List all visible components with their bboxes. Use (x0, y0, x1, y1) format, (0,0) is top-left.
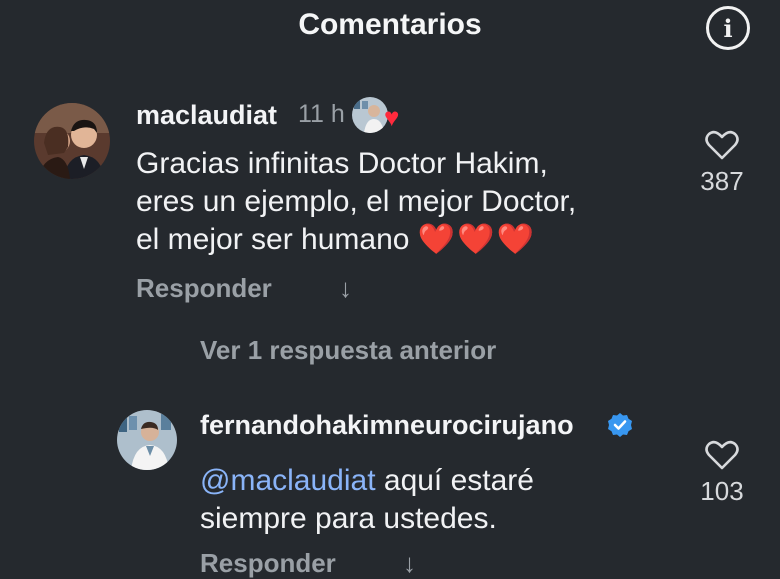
reply-text-line: @maclaudiat aquí estaré (200, 462, 534, 500)
heart-outline-icon (705, 130, 739, 160)
comment-text-line: el mejor ser humano ❤️❤️❤️ (136, 221, 576, 259)
avatar[interactable] (34, 103, 110, 179)
comment-text-line-content: el mejor ser humano (136, 223, 410, 256)
view-previous-replies[interactable]: Ver 1 respuesta anterior (200, 335, 496, 366)
like-count: 387 (700, 166, 744, 196)
info-icon[interactable]: i (706, 6, 750, 50)
mention-link[interactable]: @maclaudiat (200, 464, 376, 497)
page-title: Comentarios (298, 8, 482, 41)
reply-button[interactable]: Responder (136, 273, 272, 304)
heart-outline-icon (705, 440, 739, 470)
comment-timestamp: 11 h (298, 100, 345, 128)
avatar[interactable] (117, 410, 177, 470)
comment-text-line: Gracias infinitas Doctor Hakim, (136, 147, 548, 180)
reply-button[interactable]: Responder (200, 548, 336, 579)
heart-emoji: ❤️❤️❤️ (417, 223, 536, 256)
reply-text: @maclaudiat aquí estaré siempre para ust… (200, 462, 534, 538)
reply-text-line: siempre para ustedes. (200, 502, 497, 535)
author-liked-avatar (352, 97, 388, 133)
like-button[interactable]: 387 (692, 130, 752, 197)
arrow-down-icon[interactable]: ↓ (403, 548, 416, 579)
like-button[interactable]: 103 (692, 440, 752, 507)
heart-badge-icon: ♥ (384, 102, 400, 132)
comment-text: Gracias infinitas Doctor Hakim, eres un … (136, 145, 576, 259)
comment-text-line: eres un ejemplo, el mejor Doctor, (136, 185, 577, 218)
arrow-down-icon[interactable]: ↓ (339, 273, 352, 304)
reply-text-content: aquí estaré (375, 464, 534, 497)
like-count: 103 (700, 476, 744, 506)
header: Comentarios i (0, 0, 780, 56)
reply-username[interactable]: fernandohakimneurocirujano (200, 410, 574, 441)
verified-badge-icon (608, 413, 632, 437)
comment-username[interactable]: maclaudiat (136, 100, 277, 131)
